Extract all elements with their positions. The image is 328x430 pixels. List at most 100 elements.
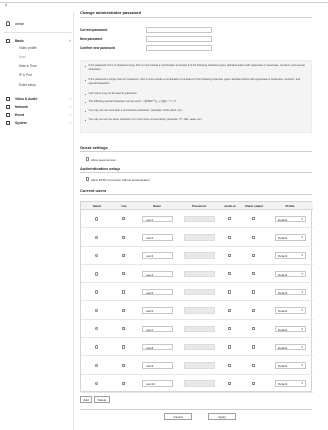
alarm-output-checkbox[interactable]	[252, 217, 256, 221]
user-password-field[interactable]	[184, 380, 215, 387]
use-checkbox[interactable]	[122, 308, 126, 312]
alarm-output-checkbox[interactable]	[252, 345, 256, 349]
alarm-output-checkbox[interactable]	[252, 363, 256, 367]
alarm-output-checkbox[interactable]	[252, 272, 256, 276]
sidebar-group-system[interactable]: System ›	[4, 120, 72, 126]
select-radio[interactable]	[95, 308, 99, 313]
current-password-field[interactable]	[146, 27, 212, 33]
user-name-field[interactable]: user9	[142, 362, 173, 369]
sidebar-user[interactable]: admin	[4, 20, 74, 28]
password-rule: If the password is 8 to 9 characters lon…	[85, 64, 307, 72]
select-radio[interactable]	[95, 253, 99, 258]
alarm-output-checkbox[interactable]	[252, 235, 256, 239]
audio-in-checkbox[interactable]	[228, 290, 232, 294]
user-password-field[interactable]	[184, 252, 215, 259]
user-name-field[interactable]: user5	[142, 288, 173, 296]
table-row: user3 Default ▼	[81, 247, 313, 265]
new-password-input[interactable]	[147, 37, 211, 41]
cancel-button[interactable]: Cancel	[164, 413, 192, 420]
user-name-field[interactable]: user1	[142, 215, 173, 223]
sidebar-item-ip-port[interactable]: IP & Port	[19, 73, 32, 77]
profile-select[interactable]: Default ▼	[275, 343, 306, 351]
profile-select[interactable]: Default ▼	[275, 215, 306, 223]
audio-in-checkbox[interactable]	[228, 253, 232, 258]
profile-select[interactable]: Default ▼	[275, 234, 306, 241]
user-password-field[interactable]	[184, 270, 215, 278]
sidebar-item-event-setup[interactable]: Event setup	[19, 83, 36, 87]
sidebar-item-date-time[interactable]: Date & Time	[19, 64, 37, 68]
guest-access-checkbox[interactable]	[86, 157, 90, 161]
use-checkbox[interactable]	[122, 253, 126, 258]
alarm-output-checkbox[interactable]	[252, 381, 256, 386]
user-password-field[interactable]	[184, 325, 215, 333]
alarm-output-checkbox[interactable]	[252, 253, 256, 258]
audio-in-checkbox[interactable]	[228, 235, 232, 239]
user-password-field[interactable]	[184, 288, 215, 296]
profile-select[interactable]: Default ▼	[275, 270, 306, 278]
select-radio[interactable]	[95, 235, 99, 239]
sidebar-group-video-audio[interactable]: Video & Audio ›	[4, 96, 72, 102]
audio-in-checkbox[interactable]	[228, 345, 232, 349]
profile-select[interactable]: Default ▼	[275, 325, 306, 333]
user-password-field[interactable]	[184, 307, 215, 314]
audio-in-checkbox[interactable]	[228, 217, 232, 221]
select-radio[interactable]	[95, 327, 99, 331]
user-name-field[interactable]: user7	[142, 325, 173, 333]
user-password-field[interactable]	[184, 234, 215, 241]
user-name-field[interactable]: user2	[142, 234, 173, 241]
use-checkbox[interactable]	[122, 381, 126, 386]
confirm-password-field[interactable]	[146, 45, 212, 51]
user-password-field[interactable]	[184, 215, 215, 223]
alarm-output-checkbox[interactable]	[252, 308, 256, 312]
use-checkbox[interactable]	[122, 290, 126, 294]
select-radio[interactable]	[95, 363, 99, 368]
user-name-field[interactable]: user4	[142, 270, 173, 278]
alarm-output-checkbox[interactable]	[252, 290, 256, 294]
profile-select-value: Default	[278, 345, 288, 350]
profile-select[interactable]: Default ▼	[275, 307, 306, 314]
user-name-field[interactable]: user8	[142, 343, 173, 351]
user-name-field[interactable]: user3	[142, 252, 173, 259]
profile-select[interactable]: Default ▼	[275, 362, 306, 369]
audio-in-checkbox[interactable]	[228, 327, 232, 331]
rtsp-auth-checkbox[interactable]	[86, 177, 90, 181]
guest-access-row[interactable]: Allow guest access	[86, 157, 186, 162]
back-arrow-icon[interactable]: ‹	[5, 2, 7, 9]
select-radio[interactable]	[95, 217, 99, 221]
select-radio[interactable]	[95, 272, 99, 276]
audio-in-checkbox[interactable]	[228, 308, 232, 312]
select-radio[interactable]	[95, 381, 99, 386]
new-password-field[interactable]	[146, 36, 212, 42]
user-password-field[interactable]	[184, 362, 215, 369]
delete-user-button[interactable]: Delete	[94, 396, 110, 403]
auth-section-title: Authentication setup	[80, 166, 120, 171]
profile-select[interactable]: Default ▼	[275, 380, 306, 387]
sidebar-group-basic[interactable]: Basic ˄	[4, 38, 72, 44]
use-checkbox[interactable]	[122, 327, 126, 331]
apply-button[interactable]: Apply	[208, 413, 236, 420]
user-password-field[interactable]	[184, 343, 215, 351]
user-name-field[interactable]: user10	[142, 380, 173, 387]
profile-select[interactable]: Default ▼	[275, 288, 306, 296]
select-radio[interactable]	[95, 345, 99, 349]
audio-in-checkbox[interactable]	[228, 272, 232, 276]
audio-in-checkbox[interactable]	[228, 381, 232, 386]
add-user-button[interactable]: Add	[80, 396, 92, 403]
select-radio[interactable]	[95, 290, 99, 294]
audio-in-checkbox[interactable]	[228, 363, 232, 367]
user-name-field[interactable]: user6	[142, 307, 173, 314]
current-password-input[interactable]	[147, 28, 211, 32]
confirm-password-input[interactable]	[147, 46, 211, 50]
use-checkbox[interactable]	[122, 363, 126, 367]
use-checkbox[interactable]	[122, 272, 126, 276]
rtsp-auth-row[interactable]: Allow RTSP connection without authentica…	[86, 177, 236, 182]
use-checkbox[interactable]	[122, 345, 126, 349]
sidebar-group-event[interactable]: Event ›	[4, 112, 72, 118]
sidebar-item-video-profile[interactable]: Video profile	[19, 46, 37, 50]
use-checkbox[interactable]	[122, 217, 126, 221]
use-checkbox[interactable]	[122, 235, 126, 239]
alarm-output-checkbox[interactable]	[252, 327, 256, 331]
profile-select[interactable]: Default ▼	[275, 252, 306, 259]
sidebar-item-user[interactable]: User	[19, 55, 26, 59]
sidebar-group-network[interactable]: Network ›	[4, 104, 72, 110]
